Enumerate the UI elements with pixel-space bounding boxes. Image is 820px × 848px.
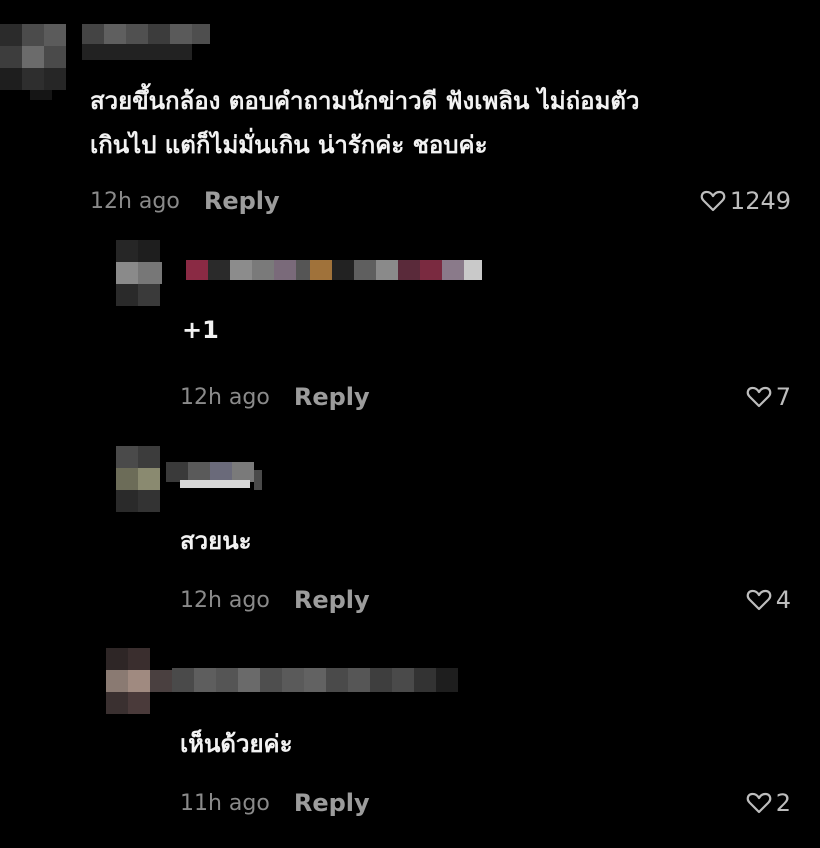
like-count: 1249 xyxy=(729,187,791,215)
reply-meta: 11h ago Reply xyxy=(180,788,370,818)
reply-button[interactable]: Reply xyxy=(294,586,370,614)
comment-text-line-1: สวยขึ้นกล้อง ตอบคำถามนักข่าวดี ฟังเพลิน … xyxy=(90,87,640,115)
reply-meta: 12h ago Reply xyxy=(180,585,370,615)
like-button[interactable]: 2 xyxy=(746,788,791,818)
reply-timestamp: 12h ago xyxy=(180,384,270,410)
reply-button[interactable]: Reply xyxy=(294,383,370,411)
comment-text-line-2: เกินไป แต่ก็ไม่มั่นเกิน น่ารักค่ะ ชอบค่ะ xyxy=(90,131,488,159)
avatar[interactable] xyxy=(0,18,82,100)
reply-text: สวยนะ xyxy=(180,527,252,555)
like-count: 4 xyxy=(775,586,791,614)
heart-outline-icon[interactable] xyxy=(746,791,772,815)
reply-text: +1 xyxy=(182,316,219,344)
heart-outline-icon[interactable] xyxy=(746,588,772,612)
avatar[interactable] xyxy=(96,240,166,310)
avatar[interactable] xyxy=(96,648,172,718)
username-redacted[interactable] xyxy=(172,664,458,700)
reply-meta: 12h ago Reply xyxy=(180,382,370,412)
username-redacted[interactable] xyxy=(186,256,482,286)
like-count: 7 xyxy=(775,383,791,411)
like-button[interactable]: 4 xyxy=(746,585,791,615)
reply-button[interactable]: Reply xyxy=(294,789,370,817)
heart-outline-icon[interactable] xyxy=(700,189,726,213)
like-button[interactable]: 7 xyxy=(746,382,791,412)
avatar[interactable] xyxy=(96,446,166,516)
reply-timestamp: 11h ago xyxy=(180,790,270,816)
username-redacted[interactable] xyxy=(166,458,264,494)
username-redacted[interactable] xyxy=(82,18,210,60)
comment-meta: 12h ago Reply xyxy=(90,186,280,216)
comment-timestamp: 12h ago xyxy=(90,188,180,214)
reply-text: เห็นด้วยค่ะ xyxy=(180,730,293,758)
reply-timestamp: 12h ago xyxy=(180,587,270,613)
heart-outline-icon[interactable] xyxy=(746,385,772,409)
reply-button[interactable]: Reply xyxy=(204,187,280,215)
like-count: 2 xyxy=(775,789,791,817)
like-button[interactable]: 1249 xyxy=(700,186,791,216)
